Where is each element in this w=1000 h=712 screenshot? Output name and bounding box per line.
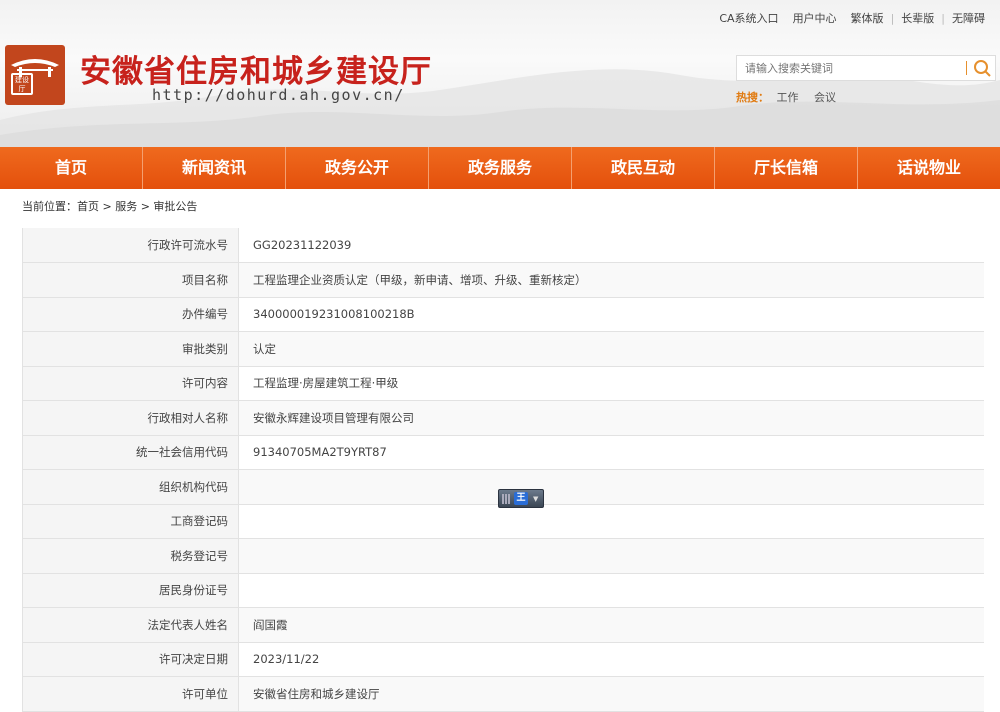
table-row: 审批类别 认定 [22,331,984,367]
traditional-chinese-link[interactable]: 繁体版 [844,10,891,26]
field-label: 工商登记码 [22,504,239,539]
field-label: 办件编号 [22,297,239,332]
table-row: 许可单位 安徽省住房和城乡建设厅 [22,676,984,712]
field-value: GG20231122039 [238,228,984,263]
nav-interaction[interactable]: 政民互动 [572,147,715,189]
search-input[interactable] [737,56,965,80]
table-row: 许可内容 工程监理·房屋建筑工程·甲级 [22,366,984,401]
table-row: 行政许可流水号 GG20231122039 [22,228,984,263]
ime-mode-icon[interactable]: 王 [514,492,528,505]
field-label: 法定代表人姓名 [22,607,239,643]
table-row: 行政相对人名称 安徽永辉建设项目管理有限公司 [22,400,984,436]
field-label: 项目名称 [22,262,239,298]
field-label: 审批类别 [22,331,239,367]
field-value [238,504,984,539]
field-label: 许可内容 [22,366,239,401]
field-value: 阎国霞 [238,607,984,643]
field-value: 安徽省住房和城乡建设厅 [238,676,984,712]
search-icon[interactable] [971,58,993,78]
table-row: 居民身份证号 [22,573,984,608]
field-label: 许可单位 [22,676,239,712]
table-row: 项目名称 工程监理企业资质认定（甲级，新申请、增项、升级、重新核定） [22,262,984,298]
field-label: 行政相对人名称 [22,400,239,436]
site-title: 安徽省住房和城乡建设厅 [80,54,432,90]
nav-gov-affairs[interactable]: 政务公开 [286,147,429,189]
table-row: 统一社会信用代码 91340705MA2T9YRT87 [22,435,984,470]
nav-gov-services[interactable]: 政务服务 [429,147,572,189]
user-center-link[interactable]: 用户中心 [786,10,844,26]
grip-icon[interactable] [502,493,510,504]
hot-search-item[interactable]: 工作 [777,91,799,104]
chevron-down-icon[interactable]: ▼ [533,495,538,503]
field-label: 居民身份证号 [22,573,239,608]
hot-search: 热搜： 工作 会议 [736,89,844,105]
accessibility-link[interactable]: 无障碍 [945,10,992,26]
ime-toolbar[interactable]: 王 ▼ [498,489,544,508]
table-row: 法定代表人姓名 阎国霞 [22,607,984,643]
field-value [238,538,984,574]
field-value: 安徽永辉建设项目管理有限公司 [238,400,984,436]
elder-version-link[interactable]: 长辈版 [894,10,941,26]
field-label: 行政许可流水号 [22,228,239,263]
breadcrumb: 当前位置：首页 > 服务 > 审批公告 [22,200,198,213]
field-value: 340000019231008100218B [238,297,984,332]
field-value: 认定 [238,331,984,367]
logo-seal: 建设厅 [11,73,33,95]
field-value: 2023/11/22 [238,642,984,677]
site-logo[interactable]: 建设厅 [5,45,65,105]
nav-news[interactable]: 新闻资讯 [143,147,286,189]
field-value [238,469,984,505]
search-box [736,55,996,81]
site-header: CA系统入口 用户中心 繁体版 | 长辈版 | 无障碍 建设厅 安徽省住房和城乡… [0,0,1000,147]
nav-property-talk[interactable]: 话说物业 [858,147,1000,189]
field-value: 工程监理企业资质认定（甲级，新申请、增项、升级、重新核定） [238,262,984,298]
nav-home[interactable]: 首页 [0,147,143,189]
hot-search-label: 热搜： [736,91,769,104]
main-nav: 首页 新闻资讯 政务公开 政务服务 政民互动 厅长信箱 话说物业 [0,147,1000,189]
table-row: 税务登记号 [22,538,984,574]
table-row: 工商登记码 [22,504,984,539]
site-url: http://dohurd.ah.gov.cn/ [152,86,405,104]
search-divider [966,61,967,75]
field-value [238,573,984,608]
field-value: 工程监理·房屋建筑工程·甲级 [238,366,984,401]
field-label: 许可决定日期 [22,642,239,677]
permit-info-table: 行政许可流水号 GG20231122039 项目名称 工程监理企业资质认定（甲级，新申… [22,228,984,712]
field-label: 税务登记号 [22,538,239,574]
field-label: 统一社会信用代码 [22,435,239,470]
hot-search-item[interactable]: 会议 [814,91,836,104]
field-label: 组织机构代码 [22,469,239,505]
field-value: 91340705MA2T9YRT87 [238,435,984,470]
ca-entry-link[interactable]: CA系统入口 [712,10,785,26]
top-links: CA系统入口 用户中心 繁体版 | 长辈版 | 无障碍 [712,10,992,26]
table-row: 办件编号 340000019231008100218B [22,297,984,332]
nav-director-mailbox[interactable]: 厅长信箱 [715,147,858,189]
table-row: 许可决定日期 2023/11/22 [22,642,984,677]
